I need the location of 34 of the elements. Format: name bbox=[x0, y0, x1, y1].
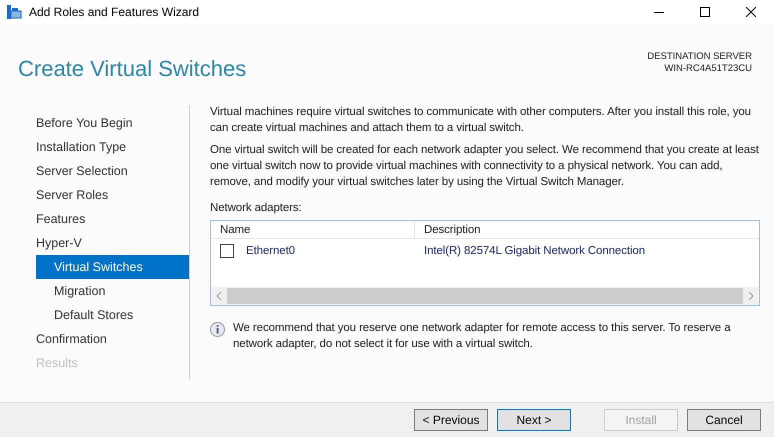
table-cell-text: Intel(R) 82574L Gigabit Network Connection bbox=[423, 244, 646, 259]
maximize-icon bbox=[700, 7, 710, 17]
column-header[interactable]: Name bbox=[211, 221, 415, 238]
sidebar-item[interactable]: Hyper-V bbox=[36, 231, 189, 255]
window-title: Add Roles and Features Wizard bbox=[29, 4, 200, 21]
sidebar-item[interactable]: Confirmation bbox=[36, 327, 189, 351]
scroll-right-icon bbox=[748, 292, 754, 300]
info-icon bbox=[210, 322, 225, 337]
horizontal-scrollbar[interactable] bbox=[211, 287, 759, 305]
sidebar-item[interactable]: Server Roles bbox=[36, 183, 189, 207]
description-text: Virtual machines require virtual switches to communicate with other computers. After you install this role, you can create virtual machines and attach them to a virtual switch. bbox=[210, 105, 752, 136]
server-name: WIN-RC4A51T23CU bbox=[664, 63, 752, 75]
destination-label: DESTINATION SERVER bbox=[647, 51, 752, 63]
wizard-icon bbox=[6, 4, 22, 20]
sidebar-item[interactable]: Server Selection bbox=[36, 159, 189, 183]
sidebar-item[interactable]: Installation Type bbox=[36, 135, 189, 159]
wizard-button[interactable]: Cancel bbox=[687, 409, 761, 431]
sidebar-item[interactable]: Features bbox=[36, 207, 189, 231]
table-cell-text: Ethernet0 bbox=[246, 244, 295, 259]
scrollbar-thumb[interactable] bbox=[227, 288, 743, 304]
wizard-button[interactable]: Next > bbox=[497, 409, 571, 431]
scroll-left-icon bbox=[216, 292, 222, 300]
note-text: We recommend that you reserve one network adapter for remote access to this server. To reserve a network adapter, do not select it for use with a virtual switch. bbox=[233, 321, 732, 352]
page-title: Create Virtual Switches bbox=[18, 55, 246, 83]
wizard-button[interactable]: < Previous bbox=[414, 409, 488, 431]
description-text: One virtual switch will be created for each network adapter you select. We recommend that you create at least one virtual switch now to provide virtual machines with connectivity to a physical network. You can add, remove, and modify your virtual switches later by using the Virtual Switch Manager. bbox=[210, 143, 760, 190]
sidebar-item[interactable]: Migration bbox=[36, 279, 189, 303]
adapters-label: Network adapters: bbox=[210, 201, 303, 216]
column-header[interactable]: Description bbox=[415, 221, 759, 238]
close-icon bbox=[746, 7, 756, 17]
sidebar-item[interactable]: Default Stores bbox=[36, 303, 189, 327]
sidebar-item[interactable]: Before You Begin bbox=[36, 111, 189, 135]
checkbox[interactable] bbox=[220, 244, 234, 258]
sidebar-item[interactable]: Virtual Switches bbox=[36, 255, 189, 279]
